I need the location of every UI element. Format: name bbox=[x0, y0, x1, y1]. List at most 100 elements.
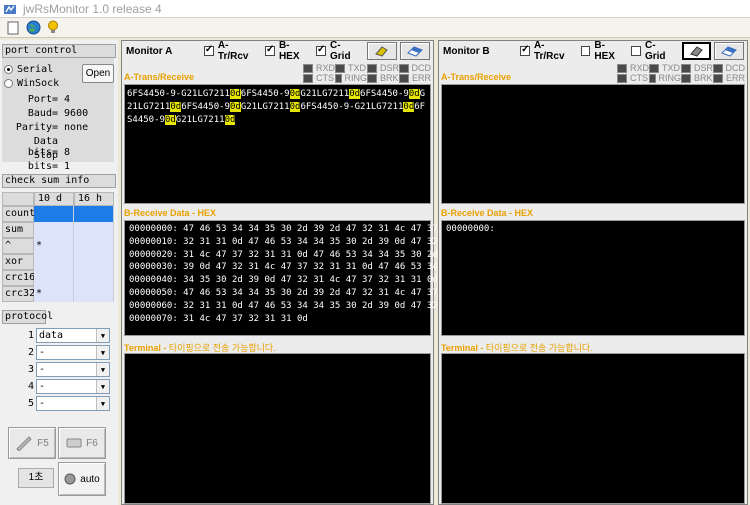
signal-txd: TXD bbox=[335, 63, 367, 73]
checkbox[interactable] bbox=[264, 44, 275, 56]
protocol-select[interactable]: - ▼ bbox=[36, 379, 110, 394]
protocol-row: 3 - ▼ bbox=[2, 362, 114, 377]
chk-b-hex[interactable]: B-HEX bbox=[580, 40, 626, 62]
f6-button[interactable]: F6 bbox=[58, 427, 106, 459]
chk-b-hex[interactable]: B-HEX bbox=[264, 40, 310, 62]
connect-button[interactable] bbox=[367, 42, 398, 60]
hex-area[interactable]: 00000000: 47 46 53 34 34 35 30 2d 39 2d … bbox=[124, 220, 438, 336]
trans-receive-label: A-Trans/Receive bbox=[441, 72, 512, 82]
row-header: count bbox=[2, 206, 35, 222]
cr-marker: 0d bbox=[349, 89, 361, 99]
table-cell[interactable] bbox=[34, 270, 74, 286]
cr-marker: 0d bbox=[289, 89, 301, 99]
cr-marker: 0d bbox=[170, 102, 182, 112]
table-row: xor bbox=[2, 254, 114, 270]
eraser-icon bbox=[407, 46, 423, 57]
checkbox[interactable] bbox=[631, 46, 641, 56]
clear-button[interactable] bbox=[714, 42, 744, 60]
auto-button[interactable]: auto bbox=[58, 462, 106, 496]
hex-label: B-Receive Data - HEX bbox=[124, 208, 217, 218]
monitor-a-header: Monitor A A-Tr/Rcv B-HEX C-Grid bbox=[122, 40, 433, 62]
protocol-select[interactable]: - ▼ bbox=[36, 396, 110, 411]
table-cell[interactable] bbox=[34, 206, 74, 222]
radio-winsock-dot[interactable] bbox=[4, 79, 13, 88]
table-cell[interactable]: * bbox=[34, 238, 74, 254]
chk-c-grid[interactable]: C-Grid bbox=[631, 40, 676, 62]
checkbox[interactable] bbox=[203, 44, 214, 56]
chevron-down-icon[interactable]: ▼ bbox=[96, 380, 109, 393]
open-button[interactable]: Open bbox=[82, 64, 114, 83]
chk-label: C-Grid bbox=[330, 40, 351, 62]
monitor-b-panel: Monitor B A-Tr/Rcv B-HEX C-Grid RXD TXD … bbox=[438, 40, 748, 505]
trans-receive-area[interactable] bbox=[441, 84, 745, 204]
row-header: crc32 bbox=[2, 286, 35, 302]
hex-area[interactable]: 00000000: bbox=[441, 220, 745, 336]
chk-a-tr-rcv[interactable]: A-Tr/Rcv bbox=[203, 40, 259, 62]
signal-brk: BRK bbox=[367, 73, 399, 83]
cr-marker: 0d bbox=[224, 115, 236, 125]
left-panel: port control Serial WinSock Open Port= 4… bbox=[0, 40, 118, 505]
table-cell[interactable]: * bbox=[34, 286, 74, 302]
chk-c-grid[interactable]: C-Grid bbox=[316, 40, 361, 62]
chk-label: C-Grid bbox=[644, 40, 666, 62]
check-sum-title: check sum info bbox=[2, 174, 116, 188]
radio-serial[interactable]: Serial bbox=[4, 64, 53, 75]
trans-segment: G21LG7211 bbox=[300, 89, 350, 99]
table-cell[interactable] bbox=[34, 222, 74, 238]
trans-segment: G21LG7211 bbox=[240, 102, 290, 112]
table-row: sum bbox=[2, 222, 114, 238]
f6-label: F6 bbox=[86, 437, 98, 449]
table-cell[interactable] bbox=[74, 286, 114, 302]
f5-button[interactable]: F5 bbox=[8, 427, 56, 459]
chevron-down-icon[interactable]: ▼ bbox=[96, 346, 109, 359]
table-row: crc32 * bbox=[2, 286, 114, 302]
hex-label: B-Receive Data - HEX bbox=[441, 208, 534, 218]
chk-a-tr-rcv[interactable]: A-Tr/Rcv bbox=[520, 40, 574, 62]
table-row: count bbox=[2, 206, 114, 222]
row-header: sum bbox=[2, 222, 34, 238]
clear-button[interactable] bbox=[400, 42, 430, 60]
row-header: ^ bbox=[2, 238, 34, 254]
table-cell[interactable] bbox=[74, 206, 114, 222]
signal-ring: RING bbox=[649, 73, 681, 83]
plug-icon bbox=[689, 46, 703, 57]
col-header-hex: 16 h bbox=[74, 192, 114, 206]
page-icon[interactable] bbox=[4, 19, 22, 37]
chevron-down-icon[interactable]: ▼ bbox=[96, 397, 109, 410]
cr-marker: 0d bbox=[403, 102, 415, 112]
trans-segment: 6FS4450-9 bbox=[240, 89, 290, 99]
table-cell[interactable] bbox=[74, 270, 114, 286]
connect-button[interactable] bbox=[681, 42, 712, 60]
trans-segment: 6FS4450-9 bbox=[181, 102, 230, 112]
checkbox[interactable] bbox=[520, 44, 530, 56]
checkbox[interactable] bbox=[316, 44, 326, 56]
setting-stop-bits: Stop bits= 1 bbox=[27, 150, 71, 172]
terminal-area[interactable] bbox=[441, 353, 745, 504]
globe-icon[interactable] bbox=[24, 19, 42, 37]
protocol-select[interactable]: - ▼ bbox=[36, 362, 110, 377]
chk-label: A-Tr/Rcv bbox=[533, 40, 565, 62]
trans-segment: 6FS4450-9 bbox=[360, 89, 409, 99]
table-cell[interactable] bbox=[34, 254, 74, 270]
interval-box[interactable]: 1초 bbox=[18, 468, 54, 488]
table-cell[interactable] bbox=[74, 222, 114, 238]
protocol-select[interactable]: data ▼ bbox=[36, 328, 110, 343]
protocol-num: 1 bbox=[27, 330, 34, 341]
signal-ring: RING bbox=[335, 73, 367, 83]
setting-port: Port= 4 bbox=[27, 94, 71, 105]
table-cell[interactable] bbox=[74, 238, 114, 254]
signal-dcd: DCD bbox=[713, 63, 745, 73]
chevron-down-icon[interactable]: ▼ bbox=[96, 363, 109, 376]
checkbox[interactable] bbox=[580, 46, 591, 56]
radio-winsock[interactable]: WinSock bbox=[4, 78, 59, 89]
lightbulb-icon[interactable] bbox=[44, 19, 62, 37]
terminal-area[interactable] bbox=[124, 353, 431, 504]
table-cell[interactable] bbox=[74, 254, 114, 270]
protocol-num: 2 bbox=[27, 347, 34, 358]
radio-serial-dot[interactable] bbox=[4, 65, 13, 74]
trans-receive-area[interactable]: 6FS4450-9-G21LG72110d6FS4450-90dG21LG721… bbox=[124, 84, 431, 204]
pencil-icon bbox=[16, 436, 32, 451]
port-control-title: port control bbox=[2, 44, 116, 58]
protocol-select[interactable]: - ▼ bbox=[36, 345, 110, 360]
chevron-down-icon[interactable]: ▼ bbox=[96, 329, 109, 342]
